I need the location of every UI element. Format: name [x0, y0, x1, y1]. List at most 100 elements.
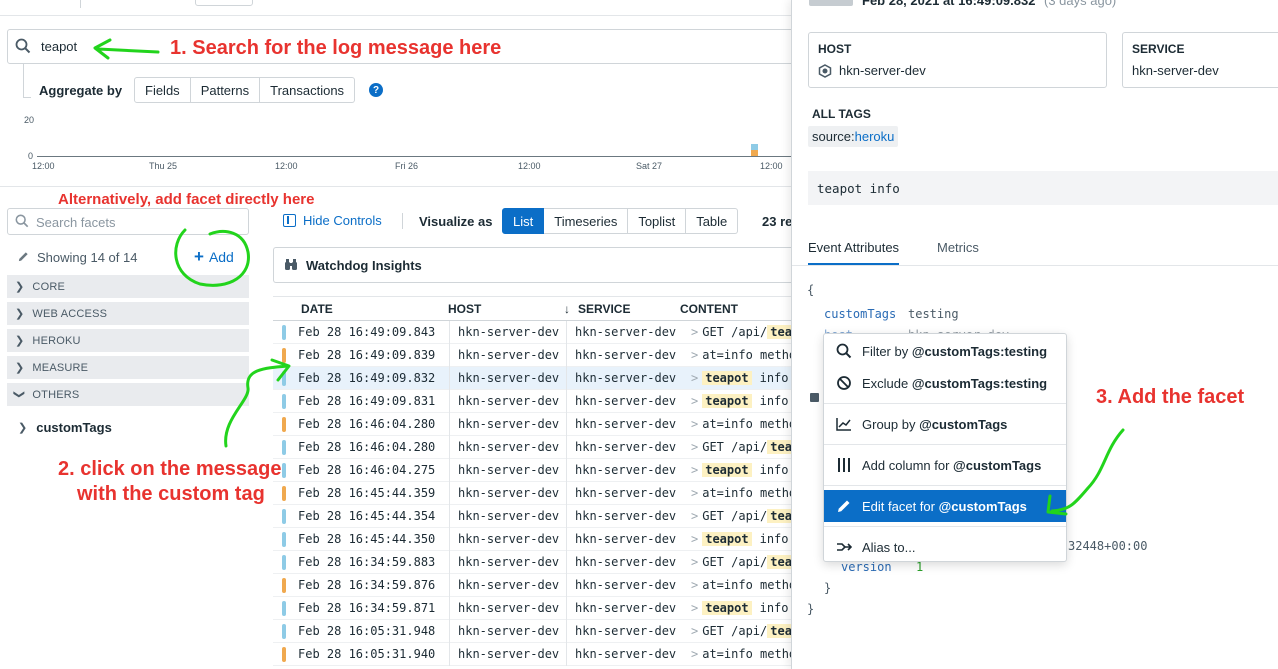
tab-metrics[interactable]: Metrics: [937, 240, 979, 255]
menu-filter-by[interactable]: Filter by @customTags:testing: [824, 335, 1066, 367]
facet-search-input[interactable]: Search facets: [36, 215, 116, 230]
cell-content: >GET /api/teapot: [683, 325, 791, 339]
menu-label: Exclude: [862, 375, 912, 391]
table-row[interactable]: Feb 28 16:34:59.883 hkn-server-dev hkn-ser…: [273, 550, 791, 574]
view-toplist-button[interactable]: Toplist: [628, 208, 687, 234]
table-row[interactable]: Feb 28 16:34:59.876 hkn-server-dev hkn-ser…: [273, 573, 791, 597]
all-tags-label: ALL TAGS: [812, 107, 871, 121]
status-bar: [282, 577, 286, 593]
top-header-button[interactable]: [195, 0, 253, 6]
service-label: SERVICE: [1132, 42, 1185, 56]
status-bar: [282, 623, 286, 639]
search-highlight: teapot: [702, 601, 752, 615]
table-row[interactable]: Feb 28 16:46:04.280 hkn-server-dev hkn-ser…: [273, 435, 791, 459]
status-bar: [282, 646, 286, 662]
facet-group-label: WEB ACCESS: [32, 307, 108, 320]
status-bar: [282, 554, 286, 570]
column-content[interactable]: CONTENT: [680, 302, 738, 316]
menu-add-column[interactable]: Add column for @customTags: [824, 449, 1066, 481]
aggregate-connector-h: [23, 97, 31, 98]
cell-date: Feb 28 16:05:31.940: [298, 647, 436, 661]
watchdog-divider: [0, 272, 262, 273]
table-row[interactable]: Feb 28 16:45:44.350 hkn-server-dev hkn-ser…: [273, 527, 791, 551]
chevron-right-icon: >: [691, 647, 699, 661]
collapse-toggle-icon[interactable]: [810, 393, 819, 402]
chevron-right-icon: >: [691, 394, 699, 408]
chevron-right-icon: ❯: [15, 362, 25, 374]
service-value[interactable]: hkn-server-dev: [1132, 63, 1219, 78]
facet-group-measure[interactable]: ❯ MEASURE: [7, 356, 249, 379]
facet-group-core[interactable]: ❯ CORE: [7, 275, 249, 298]
table-row[interactable]: Feb 28 16:46:04.280 hkn-server-dev hkn-ser…: [273, 412, 791, 436]
menu-label: Alias to...: [862, 539, 916, 555]
view-timeseries-button[interactable]: Timeseries: [544, 208, 629, 234]
facet-search[interactable]: Search facets: [7, 208, 249, 235]
content-text: at=info method=: [702, 486, 791, 500]
aggregate-patterns-button[interactable]: Patterns: [190, 77, 261, 103]
content-text: GET /api/: [702, 440, 768, 454]
table-row[interactable]: Feb 28 16:46:04.275 hkn-server-dev hkn-ser…: [273, 458, 791, 482]
table-row[interactable]: Feb 28 16:49:09.839 hkn-server-dev hkn-ser…: [273, 343, 791, 367]
search-highlight: teapot: [767, 509, 791, 523]
chevron-right-icon: >: [691, 348, 699, 362]
table-row[interactable]: Feb 28 16:49:09.832 hkn-server-dev hkn-ser…: [273, 366, 791, 390]
facet-group-label: HEROKU: [32, 334, 81, 347]
cell-service: hkn-server-dev: [575, 486, 677, 500]
search-highlight: teapot: [702, 394, 752, 408]
status-bar: [282, 600, 286, 616]
pencil-icon[interactable]: [17, 250, 30, 263]
hide-controls-button[interactable]: Hide Controls: [283, 213, 382, 228]
table-row[interactable]: Feb 28 16:45:44.359 hkn-server-dev hkn-ser…: [273, 481, 791, 505]
menu-label-bold: @customTags:testing: [911, 343, 1048, 359]
tab-event-attributes[interactable]: Event Attributes: [808, 240, 900, 265]
cell-service: hkn-server-dev: [575, 555, 677, 569]
cell-content: >GET /api/teapot: [683, 555, 791, 569]
content-text: info: [759, 394, 789, 408]
content-text: at=info method=: [702, 348, 791, 362]
watchdog-insights-bar[interactable]: Watchdog Insights: [273, 247, 793, 283]
table-row[interactable]: Feb 28 16:49:09.843 hkn-server-dev hkn-ser…: [273, 320, 791, 344]
cell-host: hkn-server-dev: [458, 348, 560, 362]
status-bar: [282, 324, 286, 340]
table-row[interactable]: Feb 28 16:49:09.831 hkn-server-dev hkn-ser…: [273, 389, 791, 413]
column-date[interactable]: DATE: [301, 302, 333, 316]
table-row[interactable]: Feb 28 16:45:44.354 hkn-server-dev hkn-ser…: [273, 504, 791, 528]
host-hexagon-icon: [818, 64, 832, 78]
table-row[interactable]: Feb 28 16:34:59.871 hkn-server-dev hkn-ser…: [273, 596, 791, 620]
chevron-right-icon: ❯: [15, 308, 25, 320]
column-service[interactable]: SERVICE: [578, 302, 630, 316]
json-key-customtags[interactable]: customTags: [824, 307, 896, 321]
menu-group-by[interactable]: Group by @customTags: [824, 408, 1066, 440]
table-row[interactable]: Feb 28 16:05:31.940 hkn-server-dev hkn-ser…: [273, 642, 791, 666]
facet-group-others[interactable]: ❯ OTHERS: [7, 383, 249, 406]
menu-edit-facet[interactable]: Edit facet for @customTags: [824, 490, 1066, 522]
cell-content: >at=info method=: [683, 578, 791, 592]
json-value-customtags[interactable]: testing: [908, 307, 959, 321]
menu-label-bold: @customTags: [919, 416, 1008, 432]
help-icon[interactable]: ?: [369, 83, 383, 97]
facet-item-customtags[interactable]: ❯ customTags: [18, 420, 112, 435]
log-message: teapot info: [817, 181, 900, 196]
facet-group-web-access[interactable]: ❯ WEB ACCESS: [7, 302, 249, 325]
search-input[interactable]: teapot: [41, 39, 77, 54]
cell-service: hkn-server-dev: [575, 647, 677, 661]
search-highlight: teapot: [702, 532, 752, 546]
menu-alias[interactable]: Alias to...: [824, 531, 1066, 563]
cell-host: hkn-server-dev: [458, 394, 560, 408]
view-list-button[interactable]: List: [502, 208, 545, 234]
facet-group-heroku[interactable]: ❯ HEROKU: [7, 329, 249, 352]
cell-service: hkn-server-dev: [575, 417, 677, 431]
aggregate-transactions-button[interactable]: Transactions: [260, 77, 356, 103]
menu-exclude[interactable]: Exclude @customTags:testing: [824, 367, 1066, 399]
attribute-context-menu: Filter by @customTags:testing Exclude @c…: [823, 333, 1067, 562]
aggregate-fields-button[interactable]: Fields: [134, 77, 191, 103]
add-facet-button[interactable]: + Add: [194, 248, 234, 265]
tag-chip[interactable]: source: heroku: [808, 126, 899, 147]
timeline-xtick: Sat 27: [636, 161, 663, 171]
view-table-button[interactable]: Table: [686, 208, 739, 234]
table-row[interactable]: Feb 28 16:05:31.948 hkn-server-dev hkn-ser…: [273, 619, 791, 643]
column-host[interactable]: HOST: [448, 302, 481, 316]
host-value[interactable]: hkn-server-dev: [839, 63, 926, 78]
aggregate-options: Fields Patterns Transactions: [134, 77, 356, 103]
chevron-right-icon: ❯: [15, 281, 25, 293]
